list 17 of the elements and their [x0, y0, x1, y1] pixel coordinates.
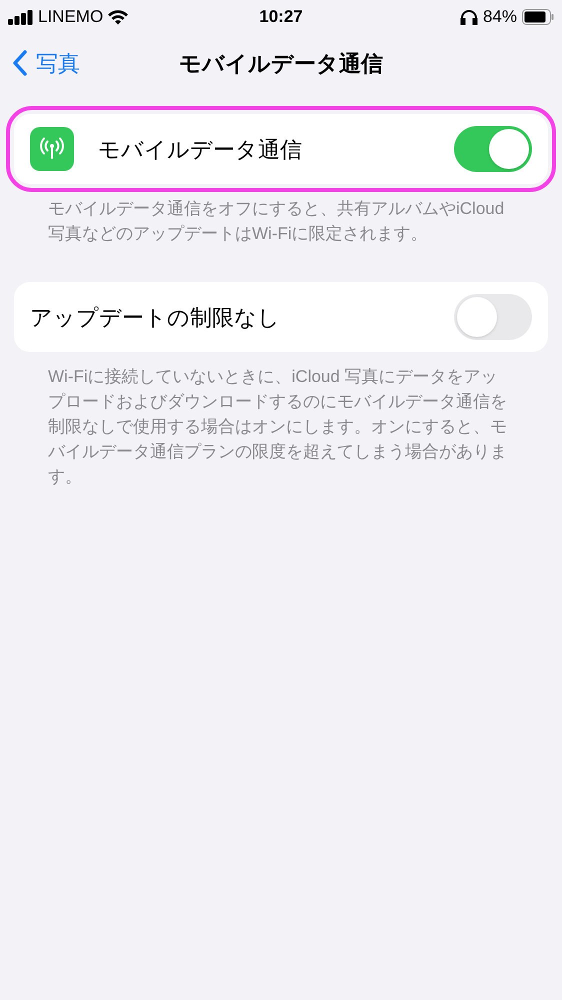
antenna-icon: [30, 127, 74, 171]
wifi-icon: [107, 9, 130, 25]
clock-time: 10:27: [259, 6, 303, 28]
battery-percent: 84%: [482, 6, 517, 28]
row-label: モバイルデータ通信: [98, 136, 303, 164]
toggle-switch[interactable]: [454, 294, 532, 340]
chevron-left-icon: [12, 50, 28, 76]
back-button[interactable]: 写真: [12, 46, 80, 80]
headphones-icon: [460, 9, 478, 25]
page-title: モバイルデータ通信: [179, 50, 383, 78]
signal-icon: [8, 9, 34, 25]
toggle-switch[interactable]: [454, 126, 532, 172]
footer-note: モバイルデータ通信をオフにすると、共有アルバムやiCloud 写真などのアップデートはWi-Fiに限定されます。: [48, 198, 506, 245]
battery-icon: [522, 9, 554, 25]
footer-note: Wi-Fiに接続していないときに、iCloud 写真にデータをアップロードおよびダウンロードするのにモバイルデータ通信を制限なしで使用する場合はオンにします。オンにすると、モバイルデータ通信プランの限度を超えてしまう場合があります。: [48, 366, 508, 488]
carrier-name: LINEMO: [38, 6, 104, 28]
row-label: アップデートの制限なし: [30, 304, 281, 332]
